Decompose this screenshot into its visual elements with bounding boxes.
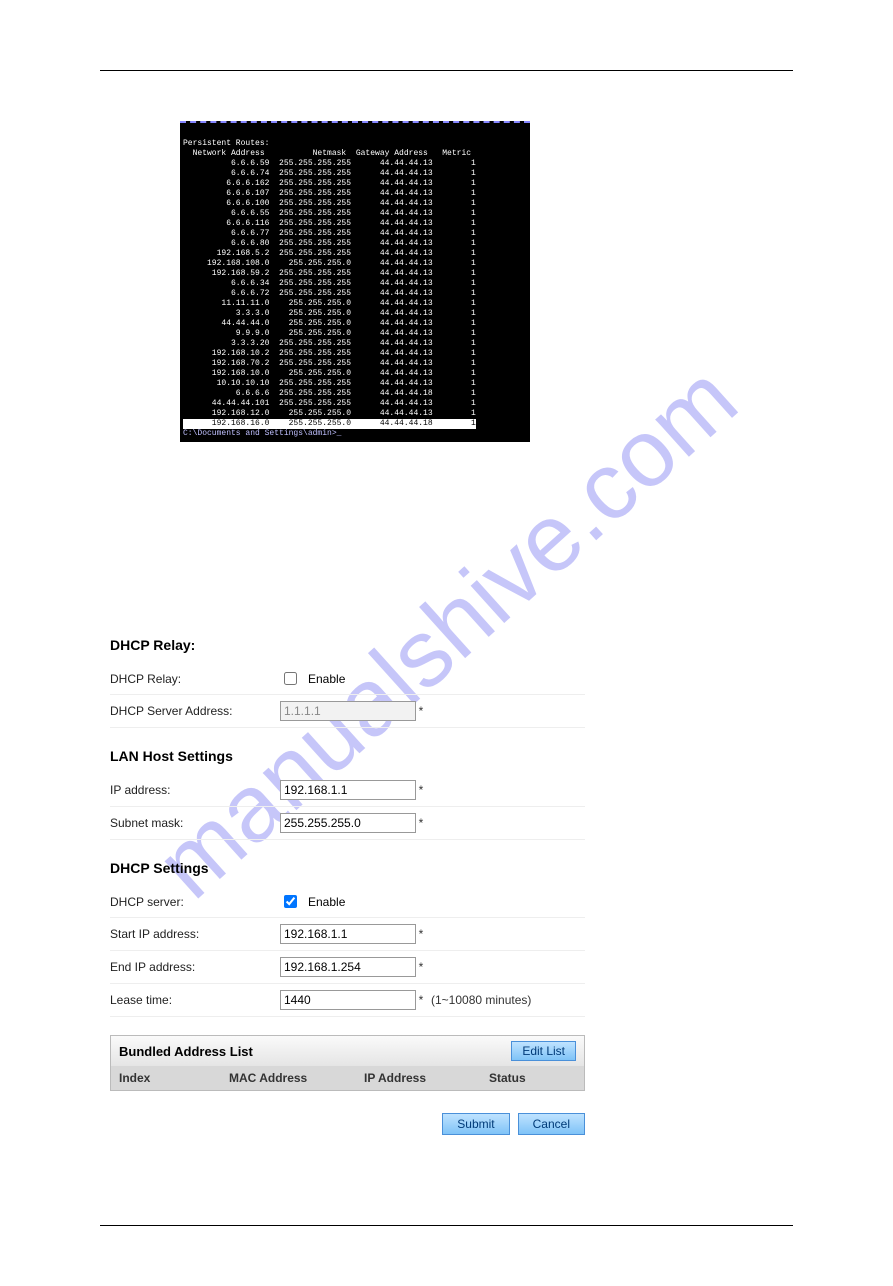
bundled-address-list: Bundled Address List Edit List Index MAC… bbox=[110, 1035, 585, 1091]
dhcp-server-row: DHCP server: Enable bbox=[110, 886, 585, 918]
terminal-row: 192.168.5.2 255.255.255.255 44.44.44.13 … bbox=[183, 249, 476, 258]
button-row: Submit Cancel bbox=[110, 1113, 585, 1135]
lan-host-title: LAN Host Settings bbox=[110, 748, 585, 764]
dhcp-relay-label: DHCP Relay: bbox=[110, 672, 280, 686]
terminal-row: 6.6.6.80 255.255.255.255 44.44.44.13 1 bbox=[183, 239, 476, 248]
dhcp-relay-checkbox[interactable] bbox=[284, 672, 297, 685]
bottom-rule bbox=[100, 1225, 793, 1226]
start-ip-input[interactable] bbox=[280, 924, 416, 944]
terminal-row: 6.6.6.59 255.255.255.255 44.44.44.13 1 bbox=[183, 159, 476, 168]
dhcp-server-checkbox[interactable] bbox=[284, 895, 297, 908]
ip-address-label: IP address: bbox=[110, 783, 280, 797]
terminal-row: 9.9.9.0 255.255.255.0 44.44.44.13 1 bbox=[183, 329, 476, 338]
terminal-row: 6.6.6.55 255.255.255.255 44.44.44.13 1 bbox=[183, 209, 476, 218]
terminal-row: 6.6.6.100 255.255.255.255 44.44.44.13 1 bbox=[183, 199, 476, 208]
terminal-row: 44.44.44.0 255.255.255.0 44.44.44.13 1 bbox=[183, 319, 476, 328]
end-ip-row: End IP address: * bbox=[110, 951, 585, 984]
subnet-mask-row: Subnet mask: * bbox=[110, 807, 585, 840]
asterisk-icon: * bbox=[415, 993, 427, 1007]
terminal-row: 6.6.6.77 255.255.255.255 44.44.44.13 1 bbox=[183, 229, 476, 238]
ip-address-row: IP address: * bbox=[110, 774, 585, 807]
asterisk-icon: * bbox=[415, 960, 427, 974]
terminal-row: 192.168.10.2 255.255.255.255 44.44.44.13… bbox=[183, 349, 476, 358]
terminal-prompt: C:\Documents and Settings\admin>_ bbox=[183, 429, 341, 438]
cancel-button[interactable]: Cancel bbox=[518, 1113, 585, 1135]
col-index: Index bbox=[119, 1071, 229, 1085]
dhcp-server-address-row: DHCP Server Address: * bbox=[110, 695, 585, 728]
terminal-row: 6.6.6.34 255.255.255.255 44.44.44.13 1 bbox=[183, 279, 476, 288]
bundled-columns: Index MAC Address IP Address Status bbox=[111, 1066, 584, 1090]
dhcp-relay-title: DHCP Relay: bbox=[110, 637, 585, 653]
asterisk-icon: * bbox=[415, 927, 427, 941]
terminal-window: Persistent Routes: Network Address Netma… bbox=[180, 121, 530, 442]
edit-list-button[interactable]: Edit List bbox=[511, 1041, 576, 1061]
terminal-header-2: Network Address Netmask Gateway Address … bbox=[183, 149, 471, 158]
terminal-row: 6.6.6.107 255.255.255.255 44.44.44.13 1 bbox=[183, 189, 476, 198]
lease-time-input[interactable] bbox=[280, 990, 416, 1010]
dhcp-relay-row: DHCP Relay: Enable bbox=[110, 663, 585, 695]
subnet-mask-label: Subnet mask: bbox=[110, 816, 280, 830]
terminal-row: 192.168.70.2 255.255.255.255 44.44.44.13… bbox=[183, 359, 476, 368]
lease-time-label: Lease time: bbox=[110, 993, 280, 1007]
terminal-row: 192.168.108.0 255.255.255.0 44.44.44.13 … bbox=[183, 259, 476, 268]
settings-form: DHCP Relay: DHCP Relay: Enable DHCP Serv… bbox=[110, 637, 585, 1135]
terminal-row: 6.6.6.6 255.255.255.255 44.44.44.18 1 bbox=[183, 389, 476, 398]
top-rule bbox=[100, 70, 793, 71]
dhcp-server-label: DHCP server: bbox=[110, 895, 280, 909]
terminal-row: 6.6.6.116 255.255.255.255 44.44.44.13 1 bbox=[183, 219, 476, 228]
asterisk-icon: * bbox=[415, 783, 427, 797]
end-ip-input[interactable] bbox=[280, 957, 416, 977]
lease-time-hint: (1~10080 minutes) bbox=[427, 993, 531, 1007]
terminal-row: 11.11.11.0 255.255.255.0 44.44.44.13 1 bbox=[183, 299, 476, 308]
terminal-row: 6.6.6.162 255.255.255.255 44.44.44.13 1 bbox=[183, 179, 476, 188]
dhcp-server-address-input[interactable] bbox=[280, 701, 416, 721]
col-mac: MAC Address bbox=[229, 1071, 364, 1085]
terminal-row: 10.10.10.10 255.255.255.255 44.44.44.13 … bbox=[183, 379, 476, 388]
subnet-mask-input[interactable] bbox=[280, 813, 416, 833]
dhcp-server-enable-text: Enable bbox=[308, 895, 345, 909]
terminal-row: 3.3.3.20 255.255.255.255 44.44.44.13 1 bbox=[183, 339, 476, 348]
col-ip: IP Address bbox=[364, 1071, 489, 1085]
end-ip-label: End IP address: bbox=[110, 960, 280, 974]
submit-button[interactable]: Submit bbox=[442, 1113, 509, 1135]
dhcp-settings-title: DHCP Settings bbox=[110, 860, 585, 876]
asterisk-icon: * bbox=[415, 816, 427, 830]
terminal-row: 192.168.12.0 255.255.255.0 44.44.44.13 1 bbox=[183, 409, 476, 418]
lease-time-row: Lease time: * (1~10080 minutes) bbox=[110, 984, 585, 1017]
start-ip-label: Start IP address: bbox=[110, 927, 280, 941]
asterisk-icon: * bbox=[415, 704, 427, 718]
terminal-row: 6.6.6.72 255.255.255.255 44.44.44.13 1 bbox=[183, 289, 476, 298]
terminal-row: 6.6.6.74 255.255.255.255 44.44.44.13 1 bbox=[183, 169, 476, 178]
start-ip-row: Start IP address: * bbox=[110, 918, 585, 951]
terminal-row: 192.168.59.2 255.255.255.255 44.44.44.13… bbox=[183, 269, 476, 278]
bundled-title: Bundled Address List bbox=[119, 1044, 253, 1059]
terminal-row: 192.168.10.0 255.255.255.0 44.44.44.13 1 bbox=[183, 369, 476, 378]
terminal-row-highlighted: 192.168.16.0 255.255.255.0 44.44.44.18 1 bbox=[183, 419, 476, 429]
dhcp-relay-enable-text: Enable bbox=[308, 672, 345, 686]
terminal-row: 44.44.44.101 255.255.255.255 44.44.44.13… bbox=[183, 399, 476, 408]
col-status: Status bbox=[489, 1071, 526, 1085]
terminal-header-1: Persistent Routes: bbox=[183, 139, 269, 148]
terminal-row: 3.3.3.0 255.255.255.0 44.44.44.13 1 bbox=[183, 309, 476, 318]
dhcp-server-address-label: DHCP Server Address: bbox=[110, 704, 280, 718]
ip-address-input[interactable] bbox=[280, 780, 416, 800]
